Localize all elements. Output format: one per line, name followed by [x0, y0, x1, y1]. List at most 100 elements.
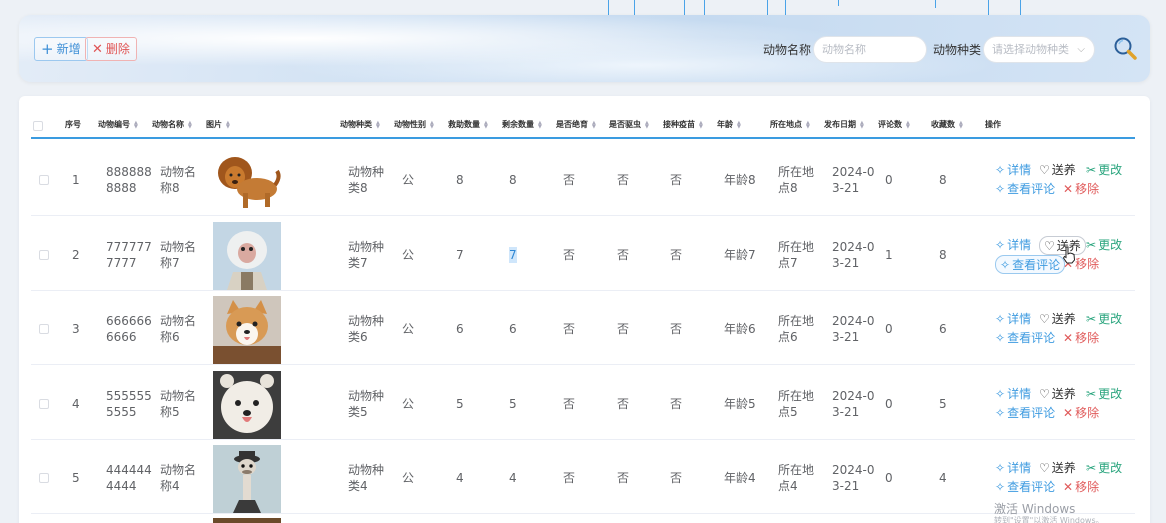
scissors-icon: ✂ — [1086, 386, 1097, 401]
view-comments-button[interactable]: ✧ 查看评论 — [995, 329, 1055, 346]
cell-name: 动物名 称6 — [160, 313, 196, 345]
adopt-button[interactable]: ♡ 送养 — [1039, 459, 1076, 476]
row-checkbox[interactable] — [39, 175, 49, 185]
edit-button[interactable]: ✂ 更改 — [1086, 385, 1122, 402]
remove-button[interactable]: ✕移除 — [1063, 329, 1099, 346]
delete-button-label: 删除 — [105, 42, 130, 56]
adopt-button[interactable]: ♡ 送养 — [1039, 385, 1076, 402]
adopt-button[interactable]: ♡ 送养 — [1039, 310, 1076, 327]
header-image[interactable]: 图片 ▲ ▼ — [206, 119, 230, 130]
view-comments-button[interactable]: ✧ 查看评论 — [995, 478, 1055, 495]
view-comments-button[interactable]: ✧ 查看评论 — [995, 404, 1055, 421]
header-code[interactable]: 动物编号 ▲ ▼ — [98, 119, 138, 130]
edit-button[interactable]: ✂ 更改 — [1086, 236, 1122, 253]
sort-icon[interactable]: ▲ ▼ — [538, 120, 542, 129]
row-checkbox[interactable] — [39, 399, 49, 409]
table-row[interactable]: 4 555555 5555 动物名 称5 动物种 类5 公 5 5 否 否 否 年龄5… — [31, 366, 1135, 440]
sort-icon[interactable]: ▲ ▼ — [484, 120, 488, 129]
edit-button[interactable]: ✂ 更改 — [1086, 310, 1122, 327]
row-checkbox[interactable] — [39, 250, 49, 260]
table-row[interactable]: 3 666666 6666 动物名 称6 动物种 类6 公 6 6 否 否 否 年龄6… — [31, 291, 1135, 365]
sort-icon[interactable]: ▲ ▼ — [134, 120, 138, 129]
cell-comments: 1 — [885, 248, 893, 262]
adopt-button-label: 送养 — [1051, 312, 1076, 326]
cell-rescue: 6 — [456, 322, 464, 336]
detail-button[interactable]: ✧ 详情 — [995, 310, 1031, 327]
header-age[interactable]: 年龄 ▲ ▼ — [717, 119, 741, 130]
cell-favs: 8 — [939, 248, 947, 262]
sort-icon[interactable]: ▲ ▼ — [959, 120, 963, 129]
header-gender[interactable]: 动物性别 ▲ ▼ — [394, 119, 434, 130]
cell-date-line2: 3-21 — [832, 479, 860, 493]
cell-location-line1: 所在地 — [778, 240, 815, 254]
header-favs[interactable]: 收藏数 ▲ ▼ — [931, 119, 963, 130]
sort-icon[interactable]: ▲ ▼ — [376, 120, 380, 129]
header-remain[interactable]: 剩余数量 ▲ ▼ — [502, 119, 542, 130]
cell-comments: 0 — [885, 397, 893, 411]
edit-button[interactable]: ✂ 更改 — [1086, 161, 1122, 178]
header-neutered[interactable]: 是否绝育 ▲ ▼ — [556, 119, 596, 130]
delete-button[interactable]: ✕ 删除 — [85, 37, 137, 61]
sparkle-icon: ✧ — [995, 479, 1006, 494]
sort-icon[interactable]: ▲ ▼ — [860, 120, 864, 129]
header-comments[interactable]: 评论数 ▲ ▼ — [878, 119, 910, 130]
sort-icon[interactable]: ▲ ▼ — [806, 120, 810, 129]
cell-type: 动物种 类8 — [348, 164, 384, 196]
sort-icon[interactable]: ▲ ▼ — [430, 120, 434, 129]
sort-icon[interactable]: ▲ ▼ — [699, 120, 703, 129]
edit-button[interactable]: ✂ 更改 — [1086, 459, 1122, 476]
view-comments-label: 查看评论 — [1007, 480, 1056, 494]
header-vaccine[interactable]: 接种疫苗 ▲ ▼ — [663, 119, 703, 130]
cell-date-line1: 2024-0 — [832, 389, 875, 403]
sort-icon[interactable]: ▲ ▼ — [226, 120, 230, 129]
table-row[interactable]: 2 777777 7777 动物名 称7 动物种 类7 公 7 7 否 否 否 年龄7… — [31, 217, 1135, 291]
header-rescue[interactable]: 救助数量 ▲ ▼ — [448, 119, 488, 130]
cell-dewormed: 否 — [617, 471, 630, 485]
sort-icon[interactable]: ▲ ▼ — [188, 120, 192, 129]
adopt-button[interactable]: ♡ 送养 — [1039, 161, 1076, 178]
header-dewormed[interactable]: 是否驱虫 ▲ ▼ — [609, 119, 649, 130]
table-row[interactable]: 1 888888 8888 动物名 称8 动物种 类8 公 8 8 否 否 否 年龄8… — [31, 142, 1135, 216]
cell-type-line2: 类5 — [348, 405, 368, 419]
cell-type: 动物种 类5 — [348, 388, 384, 420]
detail-button[interactable]: ✧ 详情 — [995, 459, 1031, 476]
cell-name: 动物名 称7 — [160, 239, 196, 271]
table-row[interactable]: 5 444444 4444 动物名 称4 动物种 类4 公 4 4 否 否 否 年龄4… — [31, 440, 1135, 514]
sort-icon[interactable]: ▲ ▼ — [592, 120, 596, 129]
cell-favs: 6 — [939, 322, 947, 336]
detail-button[interactable]: ✧ 详情 — [995, 236, 1031, 253]
cell-type-line2: 类4 — [348, 479, 368, 493]
scissors-icon: ✂ — [1086, 311, 1097, 326]
cell-date-line2: 3-21 — [832, 256, 860, 270]
cell-code-line1: 888888 — [106, 165, 152, 179]
remove-button[interactable]: ✕移除 — [1063, 404, 1099, 421]
row-checkbox[interactable] — [39, 324, 49, 334]
remove-button[interactable]: ✕移除 — [1063, 180, 1099, 197]
view-comments-button[interactable]: ✧ 查看评论 — [995, 255, 1066, 274]
header-name[interactable]: 动物名称 ▲ ▼ — [152, 119, 192, 130]
detail-button[interactable]: ✧ 详情 — [995, 161, 1031, 178]
remove-button[interactable]: ✕移除 — [1063, 478, 1099, 495]
header-location[interactable]: 所在地点 ▲ ▼ — [770, 119, 810, 130]
name-search-input[interactable]: 动物名称 — [813, 36, 927, 63]
cell-location-line2: 点6 — [778, 330, 798, 344]
table-row[interactable] — [31, 515, 1135, 523]
type-select[interactable]: 请选择动物种类 ⌵ — [983, 36, 1095, 63]
row-checkbox[interactable] — [39, 473, 49, 483]
header-type[interactable]: 动物种类 ▲ ▼ — [340, 119, 380, 130]
search-icon[interactable] — [1112, 35, 1138, 61]
cell-code-line2: 7777 — [106, 256, 137, 270]
cell-vaccine: 否 — [670, 397, 683, 411]
sort-icon[interactable]: ▲ ▼ — [737, 120, 741, 129]
heart-icon: ♡ — [1039, 386, 1050, 401]
remove-button-label: 移除 — [1075, 406, 1100, 420]
header-date[interactable]: 发布日期 ▲ ▼ — [824, 119, 864, 130]
cell-date-line2: 3-21 — [832, 181, 860, 195]
detail-button[interactable]: ✧ 详情 — [995, 385, 1031, 402]
select-all-checkbox[interactable] — [33, 121, 43, 131]
cell-name-line2: 称5 — [160, 405, 180, 419]
add-button[interactable]: + 新增 — [34, 37, 88, 61]
view-comments-button[interactable]: ✧ 查看评论 — [995, 180, 1055, 197]
sort-icon[interactable]: ▲ ▼ — [906, 120, 910, 129]
sort-icon[interactable]: ▲ ▼ — [645, 120, 649, 129]
